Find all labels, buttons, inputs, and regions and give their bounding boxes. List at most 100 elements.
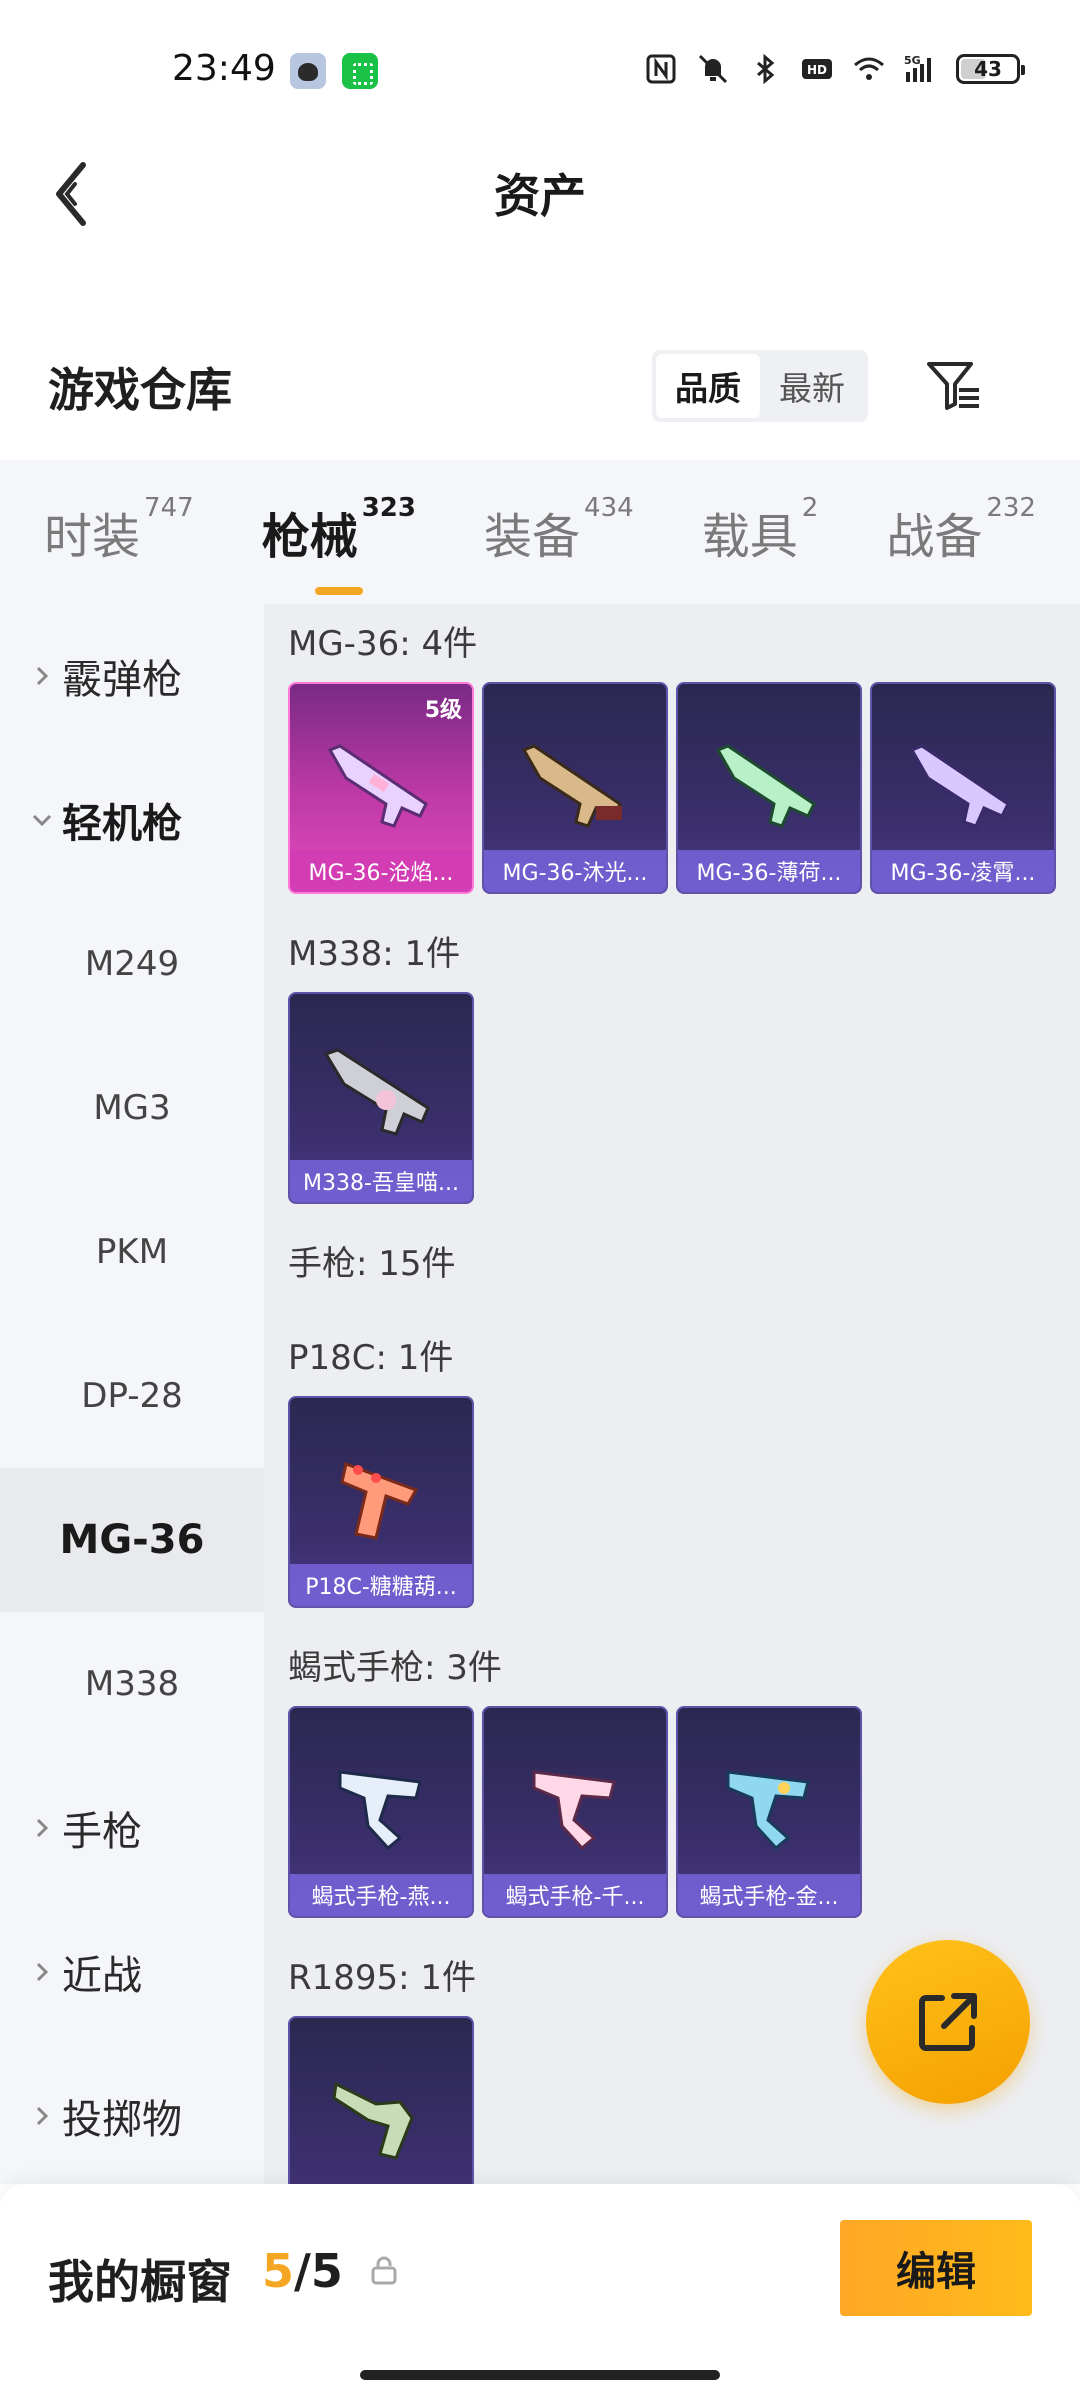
warehouse-header: 游戏仓库 品质 最新 [0,340,1080,444]
chevron-right-icon [24,1960,60,1984]
tab-label: 时装 [44,509,141,565]
sort-quality-button[interactable]: 品质 [656,354,760,418]
group-title: M338: 1件 [288,934,461,974]
item-card[interactable]: 蝎式手枪-燕... [288,1706,474,1918]
item-card[interactable]: 蝎式手枪-金... [676,1706,862,1918]
sidebar-group-label: 轻机枪 [62,801,182,847]
tab-count: 232 [986,493,1036,523]
sidebar-group-pistol[interactable]: 手枪 [0,1756,264,1900]
sidebar-item-mg36[interactable]: MG-36 [0,1468,264,1612]
sort-newest-button[interactable]: 最新 [760,354,864,418]
home-indicator[interactable] [360,2370,720,2380]
item-card[interactable]: MG-36-薄荷... [676,682,862,894]
svg-text:HD: HD [807,63,827,77]
item-name: 蝎式手枪-千... [484,1874,666,1916]
status-icons: HD 5G 43 [644,52,1025,86]
battery-icon: 43 [956,54,1025,84]
item-name: MG-36-沐光... [484,850,666,892]
mute-icon [696,52,730,86]
page-title: 资产 [494,169,586,223]
item-card[interactable] [288,2016,474,2184]
filter-list-icon [927,362,979,410]
battery-level: 43 [974,57,1002,81]
category-tabs: 时装 747 枪械 323 装备 434 载具 2 战备 232 [0,460,1080,604]
tab-label: 载具 [701,509,798,565]
sidebar-group-label: 手枪 [62,1809,142,1855]
group-title: R1895: 1件 [288,1958,477,1998]
sidebar-group-label: 投掷物 [62,2097,182,2143]
item-card[interactable]: M338-吾皇喵... [288,992,474,1204]
sidebar-item-dp28[interactable]: DP-28 [0,1324,264,1468]
tab-count: 2 [801,493,819,523]
item-name: P18C-糖糖葫... [290,1564,472,1606]
chevron-right-icon [24,664,60,688]
hd-icon: HD [800,52,834,86]
item-name: M338-吾皇喵... [290,1160,472,1202]
tab-count: 323 [361,493,416,523]
sidebar-group-label: 近战 [62,1953,142,1999]
gun-image [521,744,622,828]
gun-image [909,744,1010,828]
sidebar-item-pkm[interactable]: PKM [0,1180,264,1324]
green-app-icon [342,53,378,89]
group-title: 蝎式手枪: 3件 [288,1648,502,1688]
gun-image [338,1770,422,1851]
showcase-count-sep: / [294,2244,311,2298]
sidebar-group-label: 霰弹枪 [62,657,182,703]
tab-fashion[interactable]: 时装 747 [44,493,194,567]
sidebar-item-m338[interactable]: M338 [0,1612,264,1756]
showcase-label: 我的橱窗 [48,2255,232,2309]
weapon-type-sidebar: 霰弹枪 轻机枪 M249 MG3 PKM DP-28 MG-36 M338 手枪… [0,604,264,2184]
sidebar-group-lmg[interactable]: 轻机枪 [0,748,264,892]
sidebar-item-m249[interactable]: M249 [0,892,264,1036]
wifi-icon [852,52,886,86]
edit-button[interactable]: 编辑 [840,2220,1032,2316]
sidebar-group-throwables[interactable]: 投掷物 [0,2044,264,2188]
header: 资产 [0,144,1080,240]
sidebar-item-mg3[interactable]: MG3 [0,1036,264,1180]
section-title: 游戏仓库 [48,363,232,417]
gun-image [332,2081,414,2160]
tab-gear[interactable]: 战备 232 [886,493,1036,567]
status-time: 23:49 [172,48,276,89]
cat-app-icon [290,53,326,89]
item-card[interactable]: 5级 MG-36-沧焰... [288,682,474,894]
item-card[interactable]: P18C-糖糖葫... [288,1396,474,1608]
tab-count: 434 [584,493,634,523]
signal-5g-icon: 5G [904,52,938,86]
tab-guns[interactable]: 枪械 323 [262,493,416,595]
group-title: 手枪: 15件 [288,1244,456,1284]
tab-label: 装备 [484,509,581,565]
chevron-right-icon [24,1816,60,1840]
sidebar-group-shotgun[interactable]: 霰弹枪 [0,604,264,748]
chevron-right-icon [24,2104,60,2128]
group-title: P18C: 1件 [288,1338,454,1378]
showcase-bar: 我的橱窗 5 / 5 编辑 [0,2184,1080,2400]
gun-image [726,1770,810,1851]
item-name: 蝎式手枪-燕... [290,1874,472,1916]
share-button[interactable] [866,1940,1030,2104]
sidebar-group-melee[interactable]: 近战 [0,1900,264,2044]
item-card[interactable]: MG-36-沐光... [482,682,668,894]
tab-equipment[interactable]: 装备 434 [484,493,634,567]
item-name: 蝎式手枪-金... [678,1874,860,1916]
item-name: MG-36-薄荷... [678,850,860,892]
tab-vehicles[interactable]: 载具 2 [701,493,819,567]
lock-icon [371,2256,397,2285]
item-card[interactable]: 蝎式手枪-千... [482,1706,668,1918]
status-bar: 23:49 HD 5G 43 [0,0,1080,144]
filter-button[interactable] [920,350,986,422]
item-card[interactable]: MG-36-凌霄... [870,682,1056,894]
tab-count: 747 [144,493,194,523]
showcase-count: 5 / 5 [262,2244,343,2298]
gun-image [715,744,816,828]
item-name: MG-36-沧焰... [290,850,472,892]
nfc-icon [644,52,678,86]
showcase-count-current: 5 [262,2244,295,2298]
gun-image [340,1461,419,1540]
share-external-icon [919,1993,977,2051]
group-title: MG-36: 4件 [288,624,478,664]
gun-image [327,744,428,828]
gun-image [323,1048,430,1136]
showcase-count-total: 5 [310,2244,343,2298]
